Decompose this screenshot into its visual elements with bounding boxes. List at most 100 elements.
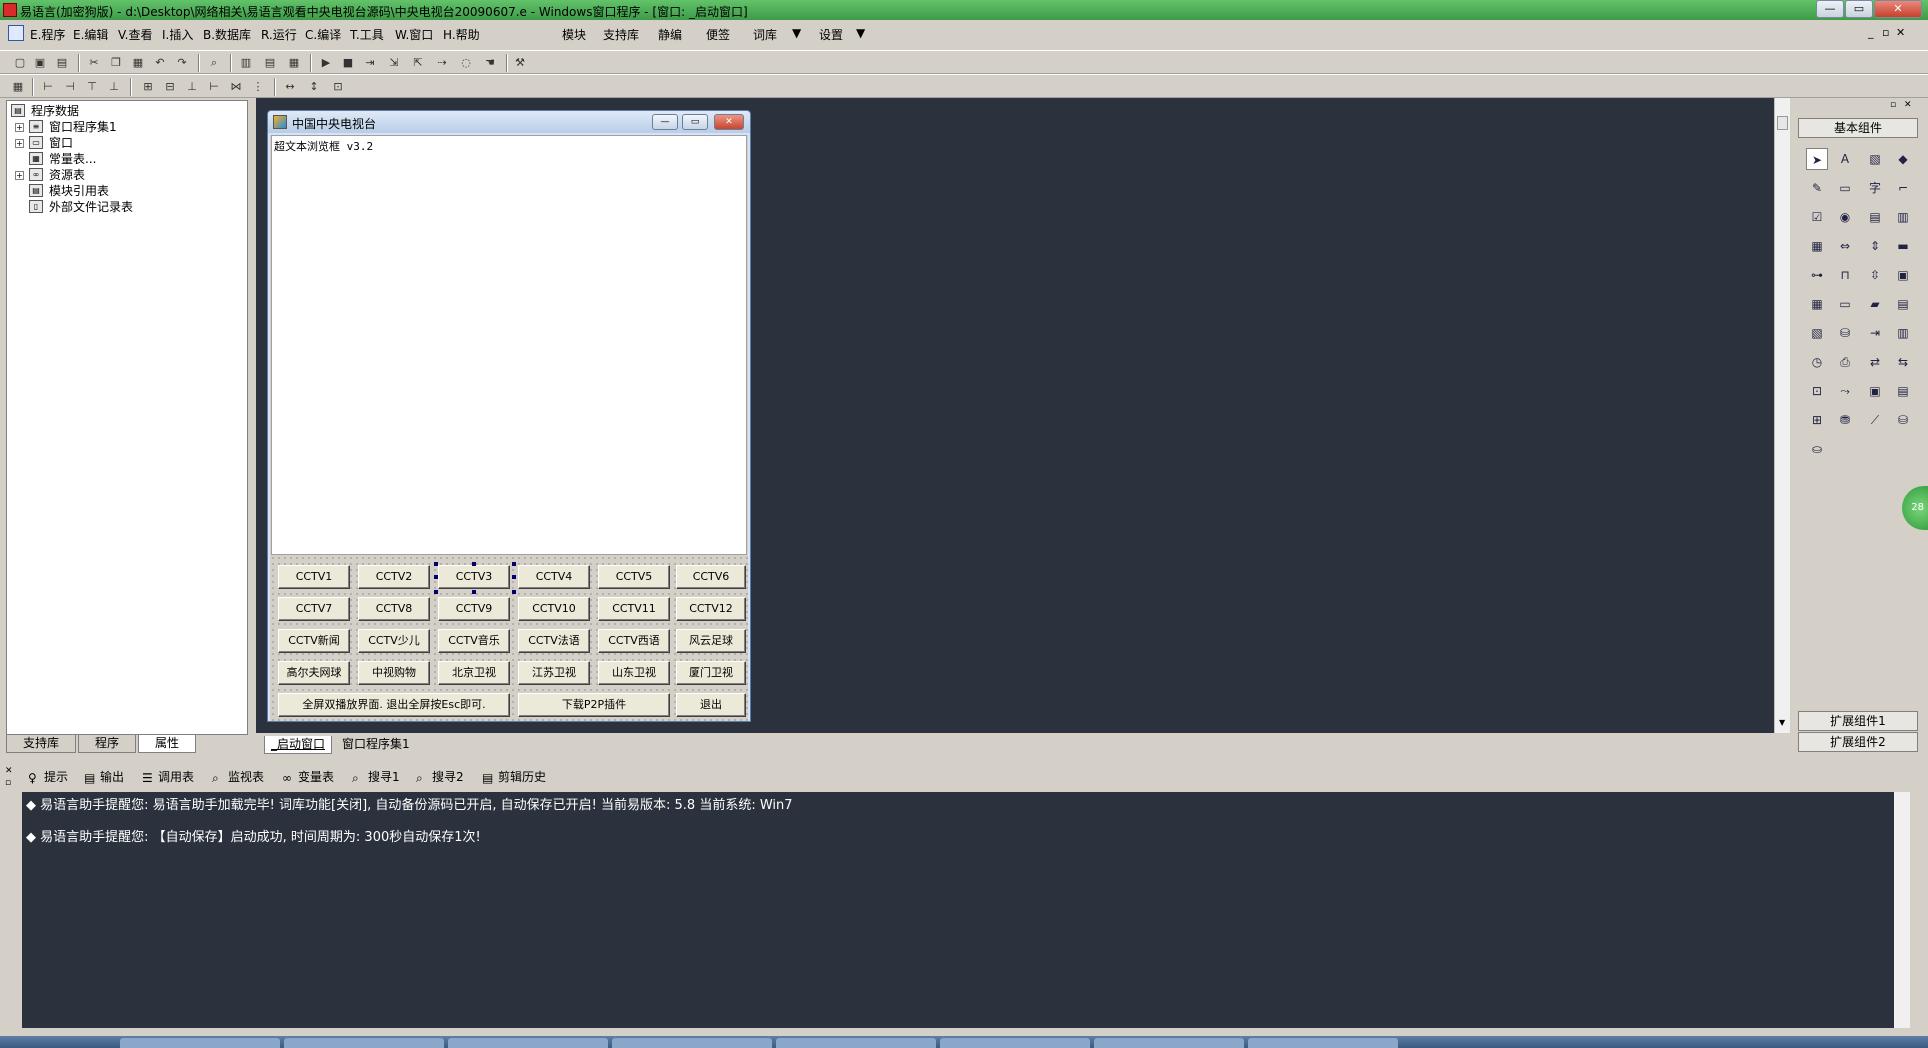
- cctv-news-button[interactable]: CCTV新闻: [278, 629, 350, 653]
- panel-icon[interactable]: ▤: [1892, 380, 1914, 402]
- selection-handle[interactable]: [434, 562, 438, 566]
- form-maximize-button[interactable]: ▭: [682, 114, 708, 130]
- taskbar-item[interactable]: [120, 1038, 280, 1048]
- menu-insert[interactable]: I.插入: [162, 26, 193, 43]
- stop-icon[interactable]: ■: [340, 55, 356, 71]
- hscroll-icon[interactable]: ⇔: [1834, 235, 1856, 257]
- tab-output[interactable]: ▤ 输出: [82, 769, 124, 787]
- tree-item-assembly[interactable]: + ≡ 窗口程序集1: [9, 119, 239, 135]
- tab-properties[interactable]: 属性: [138, 735, 196, 753]
- odbc-icon[interactable]: ⛁: [1892, 409, 1914, 431]
- new-file-icon[interactable]: ▢: [12, 55, 28, 71]
- port-icon[interactable]: ⊡: [1806, 380, 1828, 402]
- align-left-icon[interactable]: ⊢: [40, 79, 56, 95]
- cctv2-button[interactable]: CCTV2: [358, 565, 430, 589]
- bottom-panel-close-icon[interactable]: ✕: [5, 766, 13, 776]
- taskbar-item[interactable]: [940, 1038, 1090, 1048]
- menu-compile[interactable]: C.编译: [305, 26, 341, 43]
- space-vertical-icon[interactable]: ⋮: [250, 79, 266, 95]
- status-bar-icon[interactable]: ▭: [1834, 293, 1856, 315]
- layout-left-icon[interactable]: ▥: [238, 55, 254, 71]
- selection-handle[interactable]: [512, 575, 516, 579]
- selection-handle[interactable]: [512, 590, 516, 594]
- pointer-icon[interactable]: ➤: [1806, 148, 1828, 170]
- paste-icon[interactable]: ▦: [130, 55, 146, 71]
- tab-call-stack[interactable]: ☰ 调用表: [140, 769, 194, 787]
- checkbox-icon[interactable]: ☑: [1806, 206, 1828, 228]
- tree-item-constants[interactable]: ▦ 常量表...: [9, 151, 239, 167]
- menu-tools[interactable]: T.工具: [350, 26, 384, 43]
- shape-icon[interactable]: ◆: [1892, 148, 1914, 170]
- designer-scrollbar[interactable]: ▼: [1774, 98, 1790, 733]
- space-horizontal-icon[interactable]: ⋈: [228, 79, 244, 95]
- vscroll-icon[interactable]: ⇕: [1864, 235, 1886, 257]
- same-size-icon[interactable]: ⊡: [330, 79, 346, 95]
- close-button[interactable]: ✕: [1874, 0, 1922, 18]
- basic-components-header[interactable]: 基本组件: [1798, 118, 1918, 138]
- taskbar-item[interactable]: [284, 1038, 444, 1048]
- align-middle-icon[interactable]: ⊢: [206, 79, 222, 95]
- chevron-down-icon[interactable]: ▼: [792, 26, 801, 40]
- progress-icon[interactable]: ▬: [1892, 235, 1914, 257]
- form-minimize-button[interactable]: —: [652, 114, 678, 130]
- updown-icon[interactable]: ⇳: [1864, 264, 1886, 286]
- timer-icon[interactable]: ◷: [1806, 351, 1828, 373]
- mdi-restore-icon[interactable]: ▫: [1882, 26, 1889, 39]
- align-center-icon[interactable]: ⊥: [184, 79, 200, 95]
- layout-list-icon[interactable]: ▦: [286, 55, 302, 71]
- label-icon[interactable]: A: [1834, 148, 1856, 170]
- tree-root[interactable]: ▤ 程序数据: [9, 103, 239, 119]
- menu-window[interactable]: W.窗口: [395, 26, 433, 43]
- open-folder-icon[interactable]: ▣: [32, 55, 48, 71]
- cut-icon[interactable]: ✂: [86, 55, 102, 71]
- tab-control-icon[interactable]: ⊓: [1834, 264, 1856, 286]
- chart-icon[interactable]: ⟋: [1864, 409, 1886, 431]
- minimize-button[interactable]: —: [1816, 0, 1844, 18]
- panel-close-icon[interactable]: ✕: [1904, 100, 1912, 110]
- cctv11-button[interactable]: CCTV11: [598, 597, 670, 621]
- tree-item-resources[interactable]: + ∞ 资源表: [9, 167, 239, 183]
- tree-icon[interactable]: ⊞: [1806, 409, 1828, 431]
- run-to-cursor-icon[interactable]: ⇢: [434, 55, 450, 71]
- selection-handle[interactable]: [472, 590, 476, 594]
- form-close-button[interactable]: ✕: [714, 114, 744, 130]
- golf-tennis-button[interactable]: 高尔夫网球: [278, 661, 350, 685]
- fullscreen-button[interactable]: 全屏双播放界面. 退出全屏按Esc即可.: [278, 693, 510, 717]
- cctv1-button[interactable]: CCTV1: [278, 565, 350, 589]
- scroll-down-icon[interactable]: ▼: [1779, 718, 1785, 727]
- cctv-music-button[interactable]: CCTV音乐: [438, 629, 510, 653]
- step-out-icon[interactable]: ⇱: [410, 55, 426, 71]
- align-top-icon[interactable]: ⊤: [84, 79, 100, 95]
- text-icon[interactable]: 字: [1864, 177, 1886, 199]
- cctv9-button[interactable]: CCTV9: [438, 597, 510, 621]
- document-icon[interactable]: ▤: [1892, 293, 1914, 315]
- step-into-icon[interactable]: ⇲: [386, 55, 402, 71]
- download-plugin-button[interactable]: 下载P2P插件: [518, 693, 670, 717]
- tab-start-window[interactable]: _启动窗口: [264, 736, 333, 754]
- client-icon[interactable]: ⇄: [1864, 351, 1886, 373]
- tab-tips[interactable]: ♀ 提示: [26, 769, 68, 787]
- shandong-tv-button[interactable]: 山东卫视: [598, 661, 670, 685]
- tab-support-lib[interactable]: 支持库: [6, 735, 76, 753]
- calendar-icon[interactable]: ▣: [1892, 264, 1914, 286]
- breakpoint-icon[interactable]: ◌: [458, 55, 474, 71]
- cctv-kids-button[interactable]: CCTV少儿: [358, 629, 430, 653]
- cctv5-button[interactable]: CCTV5: [598, 565, 670, 589]
- menu-notes[interactable]: 便签: [706, 26, 730, 43]
- expand-icon[interactable]: +: [15, 139, 24, 148]
- selection-handle[interactable]: [512, 562, 516, 566]
- network-icon[interactable]: ⛁: [1834, 322, 1856, 344]
- run-icon[interactable]: ▶: [318, 55, 334, 71]
- mdi-minimize-icon[interactable]: _: [1868, 26, 1874, 39]
- taskbar-item[interactable]: [776, 1038, 936, 1048]
- link-icon[interactable]: ⤳: [1834, 380, 1856, 402]
- save-icon[interactable]: ▤: [54, 55, 70, 71]
- mdi-close-icon[interactable]: ✕: [1896, 26, 1905, 39]
- edit-box-icon[interactable]: ✎: [1806, 177, 1828, 199]
- tab-watch[interactable]: ⌕ 监视表: [210, 769, 264, 787]
- extension-components-2[interactable]: 扩展组件2: [1798, 732, 1918, 752]
- panel-float-icon[interactable]: ▫: [1890, 100, 1896, 110]
- menu-thesaurus[interactable]: 词库: [753, 26, 777, 43]
- find-icon[interactable]: ⌕: [206, 55, 222, 71]
- line-icon[interactable]: ⌐: [1892, 177, 1914, 199]
